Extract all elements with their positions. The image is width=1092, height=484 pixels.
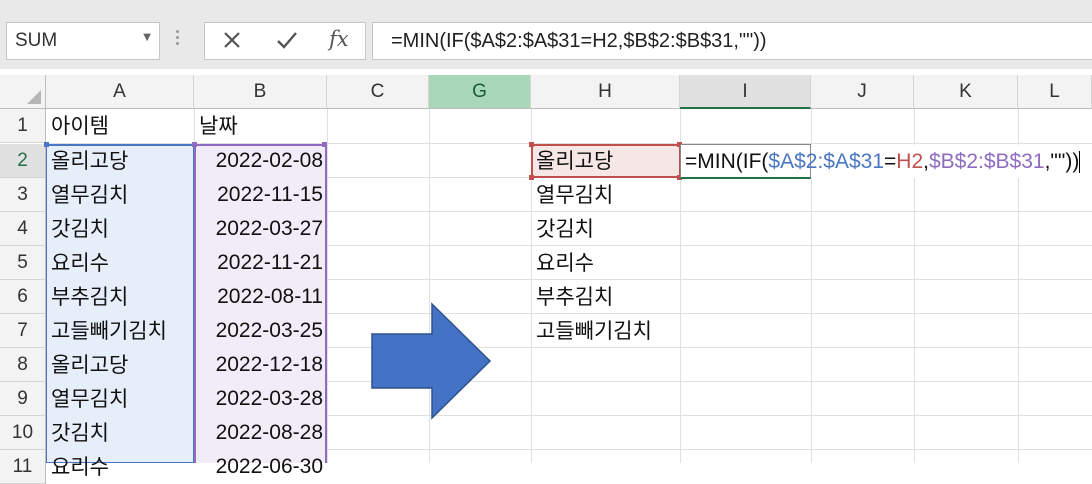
formula-buttons: fx bbox=[204, 22, 366, 60]
text-cursor bbox=[1079, 151, 1081, 174]
cell-a4[interactable]: 갓김치 bbox=[46, 212, 194, 246]
cell-b2[interactable]: 2022-02-08 bbox=[194, 144, 327, 178]
formula-text[interactable]: =MIN(IF($A$2:$A$31=H2,$B$2:$B$31,"")) bbox=[391, 30, 767, 53]
column-header-h[interactable]: H bbox=[531, 75, 680, 109]
formula-bar-area: SUM ▼ fx =MIN(IF($A$2:$A$31=H2,$B$2:$B$3… bbox=[0, 0, 1092, 69]
formula-part-func: =MIN(IF( bbox=[685, 150, 769, 173]
cell-a10[interactable]: 갓김치 bbox=[46, 416, 194, 450]
check-icon[interactable] bbox=[275, 29, 299, 57]
column-header-g[interactable]: G bbox=[429, 75, 531, 109]
cell-b9[interactable]: 2022-03-28 bbox=[194, 382, 327, 416]
cell-b6[interactable]: 2022-08-11 bbox=[194, 280, 327, 314]
cell-b10[interactable]: 2022-08-28 bbox=[194, 416, 327, 450]
formula-part-equals: = bbox=[884, 150, 897, 173]
formula-part-ref-h2: H2 bbox=[896, 150, 924, 173]
cell-b11[interactable]: 2022-06-30 bbox=[194, 450, 327, 484]
name-box-value: SUM bbox=[15, 30, 58, 51]
column-header-a[interactable]: A bbox=[46, 75, 194, 109]
cell-a2[interactable]: 올리고당 bbox=[46, 144, 194, 178]
row-header-9[interactable]: 9 bbox=[0, 382, 46, 416]
cell-b4[interactable]: 2022-03-27 bbox=[194, 212, 327, 246]
formula-input[interactable]: =MIN(IF($A$2:$A$31=H2,$B$2:$B$31,"")) bbox=[372, 22, 1092, 60]
cell-b7[interactable]: 2022-03-25 bbox=[194, 314, 327, 348]
row-header-1[interactable]: 1 bbox=[0, 109, 46, 143]
column-header-c[interactable]: C bbox=[327, 75, 429, 109]
in-cell-formula[interactable]: =MIN(IF($A$2:$A$31=H2,$B$2:$B$31,"")) bbox=[685, 145, 1081, 179]
cell-a8[interactable]: 올리고당 bbox=[46, 348, 194, 382]
formula-part-tail: ,"")) bbox=[1044, 150, 1080, 173]
cell-b8[interactable]: 2022-12-18 bbox=[194, 348, 327, 382]
cell-a1[interactable]: 아이템 bbox=[46, 109, 194, 143]
cell-i2-editing[interactable]: =MIN(IF($A$2:$A$31=H2,$B$2:$B$31,"")) bbox=[680, 144, 1081, 179]
formula-part-range-a: $A$2:$A$31 bbox=[768, 150, 885, 173]
chevron-down-icon[interactable]: ▼ bbox=[143, 32, 151, 43]
drag-handle-icon[interactable] bbox=[176, 30, 180, 52]
row-header-4[interactable]: 4 bbox=[0, 212, 46, 246]
cell-h5[interactable]: 요리수 bbox=[531, 246, 680, 280]
cell-h3[interactable]: 열무김치 bbox=[531, 178, 680, 212]
cell-a3[interactable]: 열무김치 bbox=[46, 178, 194, 212]
column-header-l[interactable]: L bbox=[1018, 75, 1092, 109]
name-box[interactable]: SUM ▼ bbox=[6, 22, 160, 60]
insert-function-icon[interactable]: fx bbox=[329, 27, 349, 51]
cell-a9[interactable]: 열무김치 bbox=[46, 382, 194, 416]
row-header-8[interactable]: 8 bbox=[0, 348, 46, 382]
column-header-j[interactable]: J bbox=[811, 75, 914, 109]
row-header-7[interactable]: 7 bbox=[0, 314, 46, 348]
cell-b1[interactable]: 날짜 bbox=[194, 109, 327, 143]
cell-a7[interactable]: 고들빼기김치 bbox=[46, 314, 194, 348]
cell-a5[interactable]: 요리수 bbox=[46, 246, 194, 280]
cell-h7[interactable]: 고들빼기김치 bbox=[531, 314, 680, 348]
formula-part-range-b: $B$2:$B$31 bbox=[928, 150, 1045, 173]
row-header-6[interactable]: 6 bbox=[0, 280, 46, 314]
row-header-10[interactable]: 10 bbox=[0, 416, 46, 450]
row-header-5[interactable]: 5 bbox=[0, 246, 46, 280]
column-header-k[interactable]: K bbox=[914, 75, 1018, 109]
row-header-11[interactable]: 11 bbox=[0, 450, 46, 484]
cell-h4[interactable]: 갓김치 bbox=[531, 212, 680, 246]
column-header-b[interactable]: B bbox=[194, 75, 327, 109]
row-header-3[interactable]: 3 bbox=[0, 178, 46, 212]
cell-a11[interactable]: 요리수 bbox=[46, 450, 194, 484]
cell-b3[interactable]: 2022-11-15 bbox=[194, 178, 327, 212]
row-header-2[interactable]: 2 bbox=[0, 144, 46, 178]
spreadsheet-grid[interactable]: A B C G H I J K L 1 2 3 4 5 6 7 8 9 10 1… bbox=[0, 75, 1092, 484]
cell-h2[interactable]: 올리고당 bbox=[531, 144, 680, 178]
cell-a6[interactable]: 부추김치 bbox=[46, 280, 194, 314]
right-arrow-shape[interactable] bbox=[368, 302, 494, 420]
select-all-button[interactable] bbox=[0, 75, 46, 109]
cell-h6[interactable]: 부추김치 bbox=[531, 280, 680, 314]
close-icon[interactable] bbox=[221, 29, 243, 57]
column-header-i[interactable]: I bbox=[680, 75, 811, 109]
cell-b5[interactable]: 2022-11-21 bbox=[194, 246, 327, 280]
